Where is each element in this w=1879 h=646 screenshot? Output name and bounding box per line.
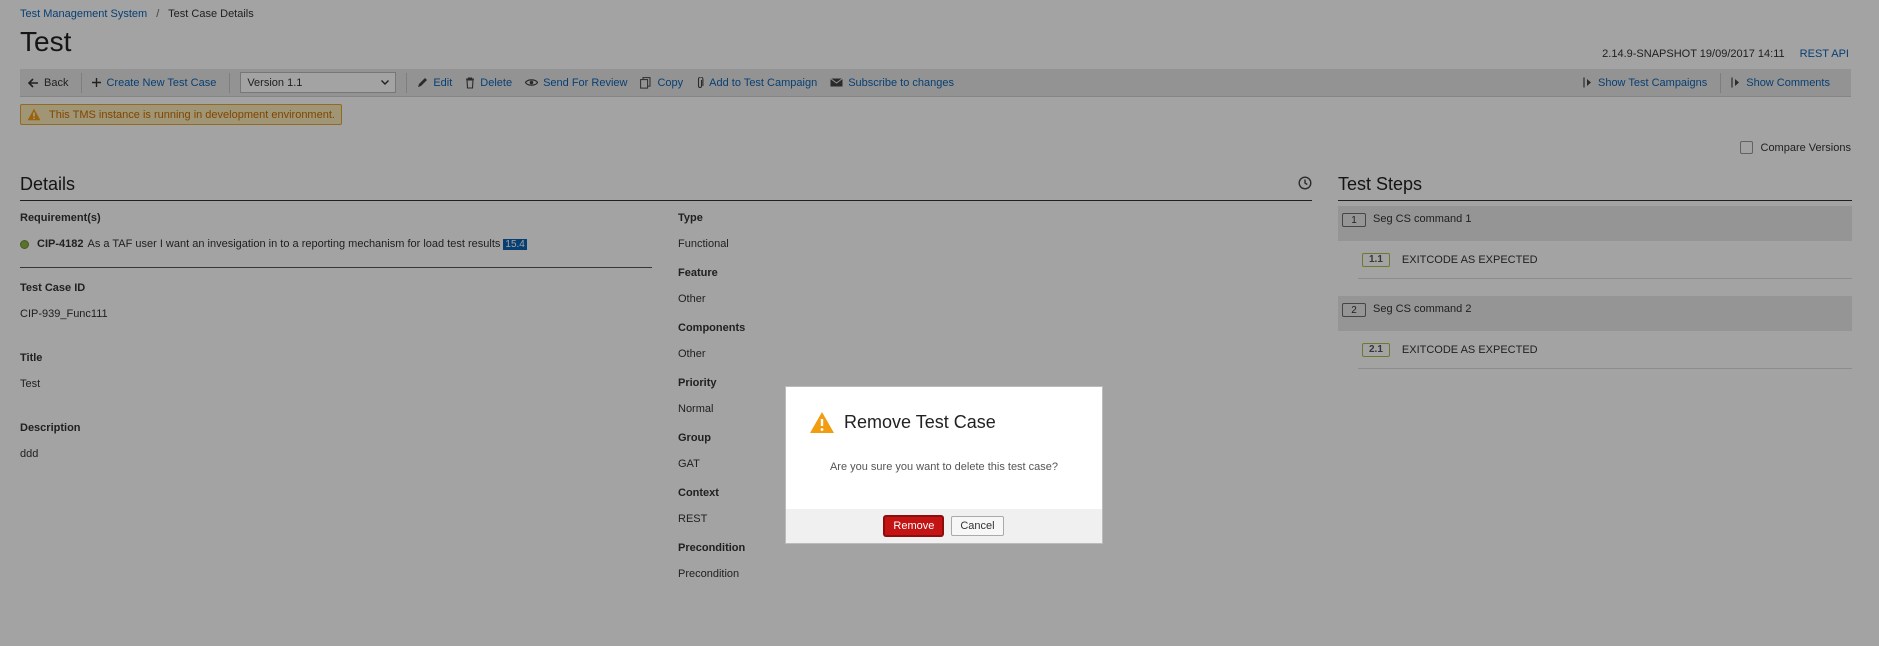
dialog-footer: Remove Cancel [786, 509, 1102, 543]
remove-test-case-dialog: Remove Test Case Are you sure you want t… [785, 386, 1103, 544]
warning-icon [810, 412, 834, 433]
dialog-title: Remove Test Case [809, 411, 996, 434]
dialog-title-text: Remove Test Case [844, 412, 996, 432]
dialog-message: Are you sure you want to delete this tes… [829, 461, 1059, 473]
modal-overlay[interactable] [0, 0, 1879, 646]
cancel-button[interactable]: Cancel [951, 516, 1004, 536]
remove-button[interactable]: Remove [884, 516, 944, 536]
